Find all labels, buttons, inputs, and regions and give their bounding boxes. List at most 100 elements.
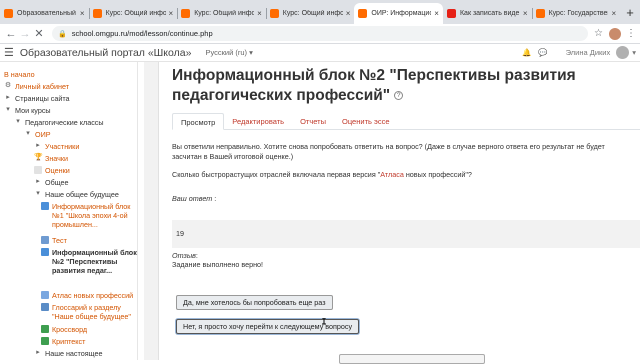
lock-icon: 🔒 (58, 30, 67, 38)
drawer-item-label: В начало (4, 70, 35, 79)
notifications-bell-icon[interactable]: 🔔 (522, 48, 531, 57)
browser-tab[interactable]: Курс: Государствен × (531, 3, 621, 24)
drawer-item-course-oir[interactable]: ▾ ОИР (24, 130, 50, 139)
tab-favicon-icon (181, 9, 191, 18)
bookmark-star-icon[interactable]: ☆ (594, 28, 603, 39)
collapse-arrow-icon: ▾ (6, 106, 10, 113)
tab-edit[interactable]: Редактировать (224, 113, 292, 130)
question-part: новых профессий"? (403, 170, 472, 179)
expand-arrow-icon: ▸ (36, 178, 40, 185)
tab-title: ОИР: Информацион (371, 10, 432, 17)
drawer-toggle-icon[interactable]: ☰ (4, 46, 14, 59)
mouse-cursor-icon (322, 318, 326, 325)
messages-icon[interactable]: 💬 (538, 48, 547, 57)
question-part: Сколько быстрорастущих отраслей включала… (172, 170, 381, 179)
drawer-item-home[interactable]: В начало (4, 70, 35, 79)
quiz-icon (41, 236, 49, 244)
drawer-item-label: Атлас новых профессий (52, 291, 134, 300)
drawer-item-grades[interactable]: Оценки (34, 166, 70, 175)
browser-tab[interactable]: Образовательный п × (0, 3, 89, 24)
tab-close-icon[interactable]: × (434, 9, 439, 18)
browser-tab[interactable]: ОИР: Информацион × (354, 3, 443, 24)
answer-value: 19 (176, 229, 184, 238)
feedback-label-text: Отзыв (172, 251, 196, 260)
browser-profile-avatar[interactable] (609, 27, 621, 40)
drawer-item-test[interactable]: Тест (41, 236, 67, 245)
tab-reports[interactable]: Отчеты (292, 113, 334, 130)
answer-value-box: 19 (172, 220, 640, 248)
tab-title: Как записать виде (459, 10, 520, 17)
drawer-item-our-present[interactable]: ▸ Наше настоящее (34, 349, 102, 358)
drawer-item-ped-classes[interactable]: ▾ Педагогические классы (14, 118, 103, 127)
dashboard-gear-icon: ⚙ (4, 82, 12, 89)
address-url: school.omgpu.ru/mod/lesson/continue.php (71, 29, 213, 38)
user-avatar[interactable] (616, 46, 630, 59)
drawer-item-crossword[interactable]: Кроссворд (41, 325, 87, 334)
question-highlight: Атласа (380, 170, 404, 179)
expand-arrow-icon: ▸ (36, 349, 40, 356)
drawer-item-info-block-1[interactable]: Информационный блок №1 "Школа эпохи 4-ой… (41, 202, 137, 229)
collapse-arrow-icon: ▾ (36, 190, 40, 197)
browser-toolbar: ← → ✕ 🔒 school.omgpu.ru/mod/lesson/conti… (0, 24, 640, 44)
tab-title: Курс: Общий инфо (105, 10, 166, 17)
navbar-user-area: 🔔 💬 Элина Диких ▾ (522, 46, 636, 59)
page-title-text: Информационный блок №2 "Перспективы разв… (172, 67, 576, 104)
stop-loading-icon[interactable]: ✕ (32, 27, 46, 41)
feedback-label-colon: : (195, 251, 198, 260)
drawer-item-badges[interactable]: 🏆 Значки (34, 154, 68, 163)
retry-button[interactable]: Да, мне хотелось бы попробовать еще раз (176, 295, 333, 310)
browser-menu-icon[interactable]: ⋮ (626, 28, 636, 39)
tab-view[interactable]: Просмотр (172, 113, 225, 130)
drawer-item-dashboard[interactable]: ⚙ Личный кабинет (4, 82, 69, 91)
drawer-item-label: Оценки (45, 166, 70, 175)
trophy-icon: 🏆 (34, 154, 43, 161)
drawer-item-info-block-2[interactable]: Информационный блок №2 "Перспективы разв… (41, 248, 137, 275)
drawer-item-site-pages[interactable]: ▸ Страницы сайта (4, 94, 69, 103)
drawer-item-label: Информационный блок №1 "Школа эпохи 4-ой… (52, 202, 131, 229)
back-icon[interactable]: ← (4, 27, 18, 41)
lesson-icon (41, 202, 49, 210)
language-menu[interactable]: Русский (ru) ▾ (205, 48, 252, 57)
site-navbar: ☰ Образовательный портал «Школа» Русский… (0, 44, 640, 62)
tab-grade-essays[interactable]: Оценить эссе (334, 113, 397, 130)
answer-label-text: Ваш ответ (172, 194, 213, 203)
forward-icon[interactable]: → (18, 27, 32, 41)
tab-favicon-icon (358, 9, 368, 18)
language-label: Русский (ru) (205, 48, 248, 57)
tab-close-icon[interactable]: × (611, 9, 616, 18)
browser-tab[interactable]: Курс: Общий инфо × (88, 3, 178, 24)
tab-close-icon[interactable]: × (80, 9, 85, 18)
new-tab-icon[interactable]: + (620, 3, 640, 24)
tab-favicon-icon (446, 9, 456, 18)
help-icon[interactable]: ? (394, 91, 404, 101)
tab-close-icon[interactable]: × (169, 9, 174, 18)
browser-tab[interactable]: Как записать виде × (443, 3, 532, 24)
drawer-item-atlas[interactable]: Атлас новых профессий (41, 291, 133, 300)
user-menu-chevron-icon[interactable]: ▾ (632, 48, 636, 57)
tab-close-icon[interactable]: × (346, 9, 351, 18)
user-name[interactable]: Элина Диких (566, 48, 611, 57)
feedback-text: Задание выполнено верно! (172, 260, 264, 269)
browser-tab[interactable]: Курс: Общий инфо × (177, 3, 266, 24)
site-name-link[interactable]: Образовательный портал «Школа» (20, 47, 192, 59)
next-button-partial[interactable] (339, 354, 485, 364)
drawer-item-cryptext[interactable]: Криптекст (41, 337, 85, 346)
browser-tab[interactable]: Курс: Общий инфо × (265, 3, 355, 24)
continue-button[interactable]: Нет, я просто хочу перейти к следующему … (176, 319, 360, 334)
tab-close-icon[interactable]: × (523, 9, 528, 18)
tab-favicon-icon (535, 9, 545, 18)
drawer-item-my-courses[interactable]: ▾ Мои курсы (4, 106, 50, 115)
lesson-card: Информационный блок №2 "Перспективы разв… (158, 62, 640, 364)
drawer-item-label: Личный кабинет (15, 82, 70, 91)
drawer-item-label: Общее (45, 178, 69, 187)
drawer-item-glossary[interactable]: Глоссарий к разделу "Наше общее будущее" (41, 303, 137, 321)
drawer-item-our-future[interactable]: ▾ Наше общее будущее (34, 190, 119, 199)
tab-title: Курс: Общий инфо (282, 10, 343, 17)
tab-close-icon[interactable]: × (257, 9, 262, 18)
drawer-item-general[interactable]: ▸ Общее (34, 178, 69, 187)
drawer-item-label: Глоссарий к разделу "Наше общее будущее" (52, 303, 131, 321)
drawer-item-participants[interactable]: ▸ Участники (34, 142, 79, 151)
address-bar[interactable]: 🔒 school.omgpu.ru/mod/lesson/continue.ph… (52, 26, 589, 41)
resource-icon (41, 291, 49, 299)
answer-label-colon: : (212, 194, 217, 203)
